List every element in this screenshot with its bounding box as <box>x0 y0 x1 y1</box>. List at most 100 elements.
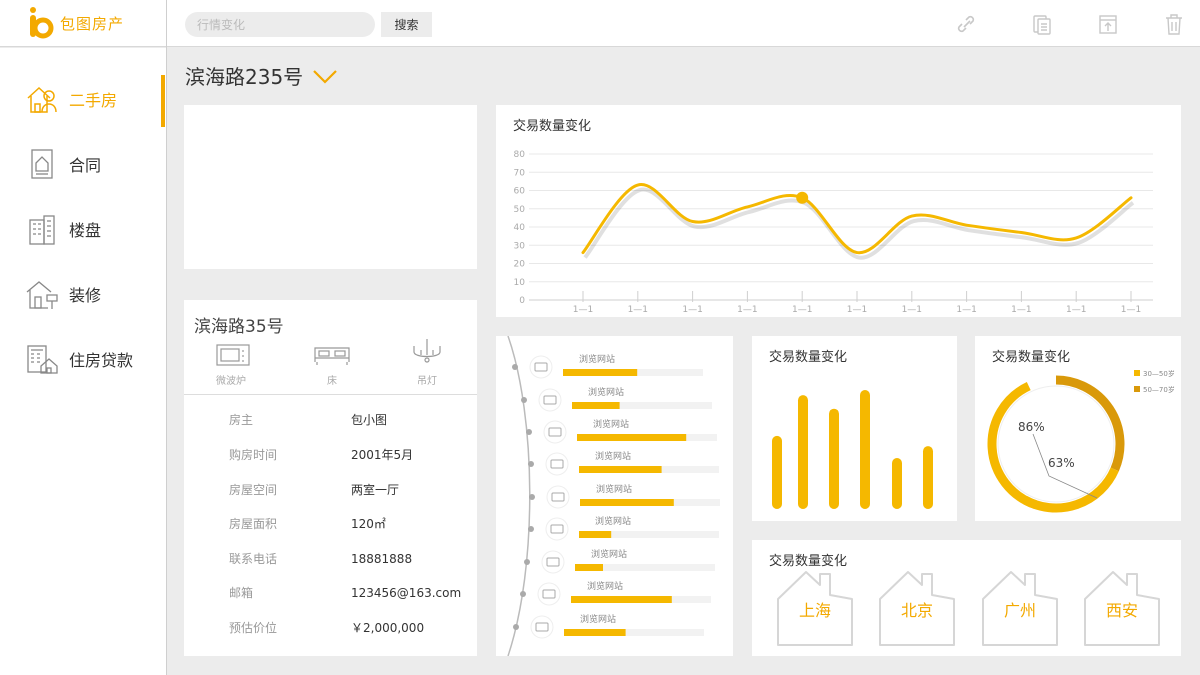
property-image-panel <box>184 105 477 269</box>
sidebar-item-decoration[interactable]: 装修 <box>25 276 155 312</box>
info-key: 预估价位 <box>229 621 278 635</box>
info-key: 联系电话 <box>229 552 278 566</box>
x-tick-label: 1—1 <box>573 305 593 315</box>
city-label: 广州 <box>1003 601 1036 620</box>
info-value: 120㎡ <box>351 517 386 531</box>
sidebar-item-label: 楼盘 <box>69 221 102 240</box>
row-label: 浏览网站 <box>596 483 632 495</box>
info-row: 联系电话 18881888 <box>229 550 412 567</box>
row-icon-circle <box>530 615 554 639</box>
highlight-point <box>796 191 809 204</box>
amenity-label: 吊灯 <box>417 376 437 387</box>
chandelier-icon <box>413 339 441 363</box>
row-icon-circle <box>545 452 569 476</box>
timeline-node <box>526 429 532 435</box>
row-label: 浏览网站 <box>593 418 629 430</box>
bed-icon <box>314 347 350 365</box>
sidebar-item-second-hand[interactable]: 二手房 <box>25 81 155 117</box>
link-icon[interactable] <box>955 12 977 36</box>
search-button[interactable]: 搜索 <box>381 12 432 37</box>
y-tick-label: 40 <box>514 223 526 233</box>
y-tick-label: 30 <box>514 241 526 251</box>
search-input[interactable] <box>185 12 375 37</box>
active-nav-indicator <box>161 75 165 127</box>
amenity-label: 微波炉 <box>216 376 246 387</box>
info-value: ￥2,000,000 <box>351 621 425 635</box>
browse-list-card: 浏览网站 浏览网站 浏览网站 浏览网站 浏览网站 浏览网站 浏览网站 浏览网站 浏览网站 <box>496 336 733 656</box>
city-tile-beijing[interactable]: 北京 <box>878 569 956 647</box>
city-tile-xian[interactable]: 西安 <box>1083 569 1161 647</box>
app-logo[interactable]: 包图房产 <box>28 6 168 40</box>
bar <box>892 458 902 509</box>
info-key: 房屋面积 <box>229 517 278 531</box>
sidebar: 二手房 合同 楼盘 装修 住房贷款 <box>0 48 166 675</box>
y-tick-label: 70 <box>514 168 526 178</box>
timeline-node <box>521 397 527 403</box>
legend-swatch <box>1134 370 1140 376</box>
y-tick-label: 80 <box>514 150 526 160</box>
city-tile-shanghai[interactable]: 上海 <box>776 569 854 647</box>
progress-fill <box>572 402 620 409</box>
info-row: 房屋面积 120㎡ <box>229 515 386 532</box>
row-icon-circle <box>543 420 567 444</box>
decoration-icon <box>26 281 58 309</box>
chevron-down-icon[interactable] <box>311 67 341 85</box>
x-tick-label: 1—1 <box>737 305 757 315</box>
bar <box>829 408 839 509</box>
upload-icon[interactable] <box>1097 12 1119 36</box>
progress-fill <box>564 629 626 636</box>
address-selector[interactable]: 滨海路235号 <box>185 61 341 90</box>
timeline-node <box>524 559 530 565</box>
progress-fill <box>577 434 687 441</box>
property-info-card: 滨海路35号 微波炉 床 吊灯 房主 包小图 购房时间 2001年5月 房屋空间 两室… <box>184 300 477 656</box>
divider <box>184 394 477 395</box>
bar <box>798 395 808 509</box>
sidebar-item-contract[interactable]: 合同 <box>25 146 155 182</box>
line-chart: 0 10 20 30 40 50 60 70 80 1—1 1—1 1—1 1—1 1—1 1—1 1—1 1—… <box>514 150 1153 315</box>
series-line-shadow <box>583 187 1135 260</box>
bar <box>923 446 933 509</box>
line-chart-card: 交易数量变化 0 10 20 30 40 50 60 70 80 1—1 1—1 1—1 1—1 1—1 1… <box>496 105 1181 317</box>
row-icon-circle <box>537 582 561 606</box>
timeline-node <box>513 624 519 630</box>
second-hand-house-icon <box>27 86 57 113</box>
sidebar-item-label: 装修 <box>69 286 102 305</box>
bar <box>772 435 782 509</box>
row-icon-circle <box>546 485 570 509</box>
sidebar-item-building[interactable]: 楼盘 <box>25 211 155 247</box>
progress-fill <box>563 369 638 376</box>
sidebar-item-loan[interactable]: 住房贷款 <box>25 341 155 377</box>
copy-icon[interactable] <box>1031 12 1053 36</box>
row-label: 浏览网站 <box>588 386 624 398</box>
timeline-node <box>512 364 518 370</box>
info-row: 房屋空间 两室一厅 <box>229 481 399 498</box>
x-tick-label: 1—1 <box>1066 305 1086 315</box>
building-icon <box>29 215 55 245</box>
x-tick-label: 1—1 <box>1121 305 1141 315</box>
progress-fill <box>575 564 603 571</box>
slice-label: 86% <box>1018 420 1045 434</box>
y-tick-label: 0 <box>519 296 525 306</box>
x-tick-label: 1—1 <box>628 305 648 315</box>
bar <box>860 390 870 509</box>
sidebar-item-label: 合同 <box>69 156 102 175</box>
info-row: 邮箱 123456@163.com <box>229 584 461 601</box>
city-label: 北京 <box>900 601 933 620</box>
row-icon-circle <box>529 355 553 379</box>
info-key: 房屋空间 <box>229 483 278 497</box>
x-tick-label: 1—1 <box>1011 305 1031 315</box>
sidebar-item-label: 二手房 <box>69 91 118 110</box>
donut-track <box>997 385 1115 503</box>
legend-label: 50—70岁 <box>1143 385 1175 394</box>
amenity-label: 床 <box>327 376 337 387</box>
x-tick-label: 1—1 <box>682 305 702 315</box>
city-tile-guangzhou[interactable]: 广州 <box>981 569 1059 647</box>
y-tick-label: 10 <box>514 278 526 288</box>
info-key: 购房时间 <box>229 448 278 462</box>
progress-fill <box>579 531 612 538</box>
row-label: 浏览网站 <box>579 353 615 365</box>
row-icon-circle <box>541 550 565 574</box>
x-tick-label: 1—1 <box>792 305 812 315</box>
trash-icon[interactable] <box>1163 12 1185 36</box>
sidebar-divider <box>166 0 167 675</box>
